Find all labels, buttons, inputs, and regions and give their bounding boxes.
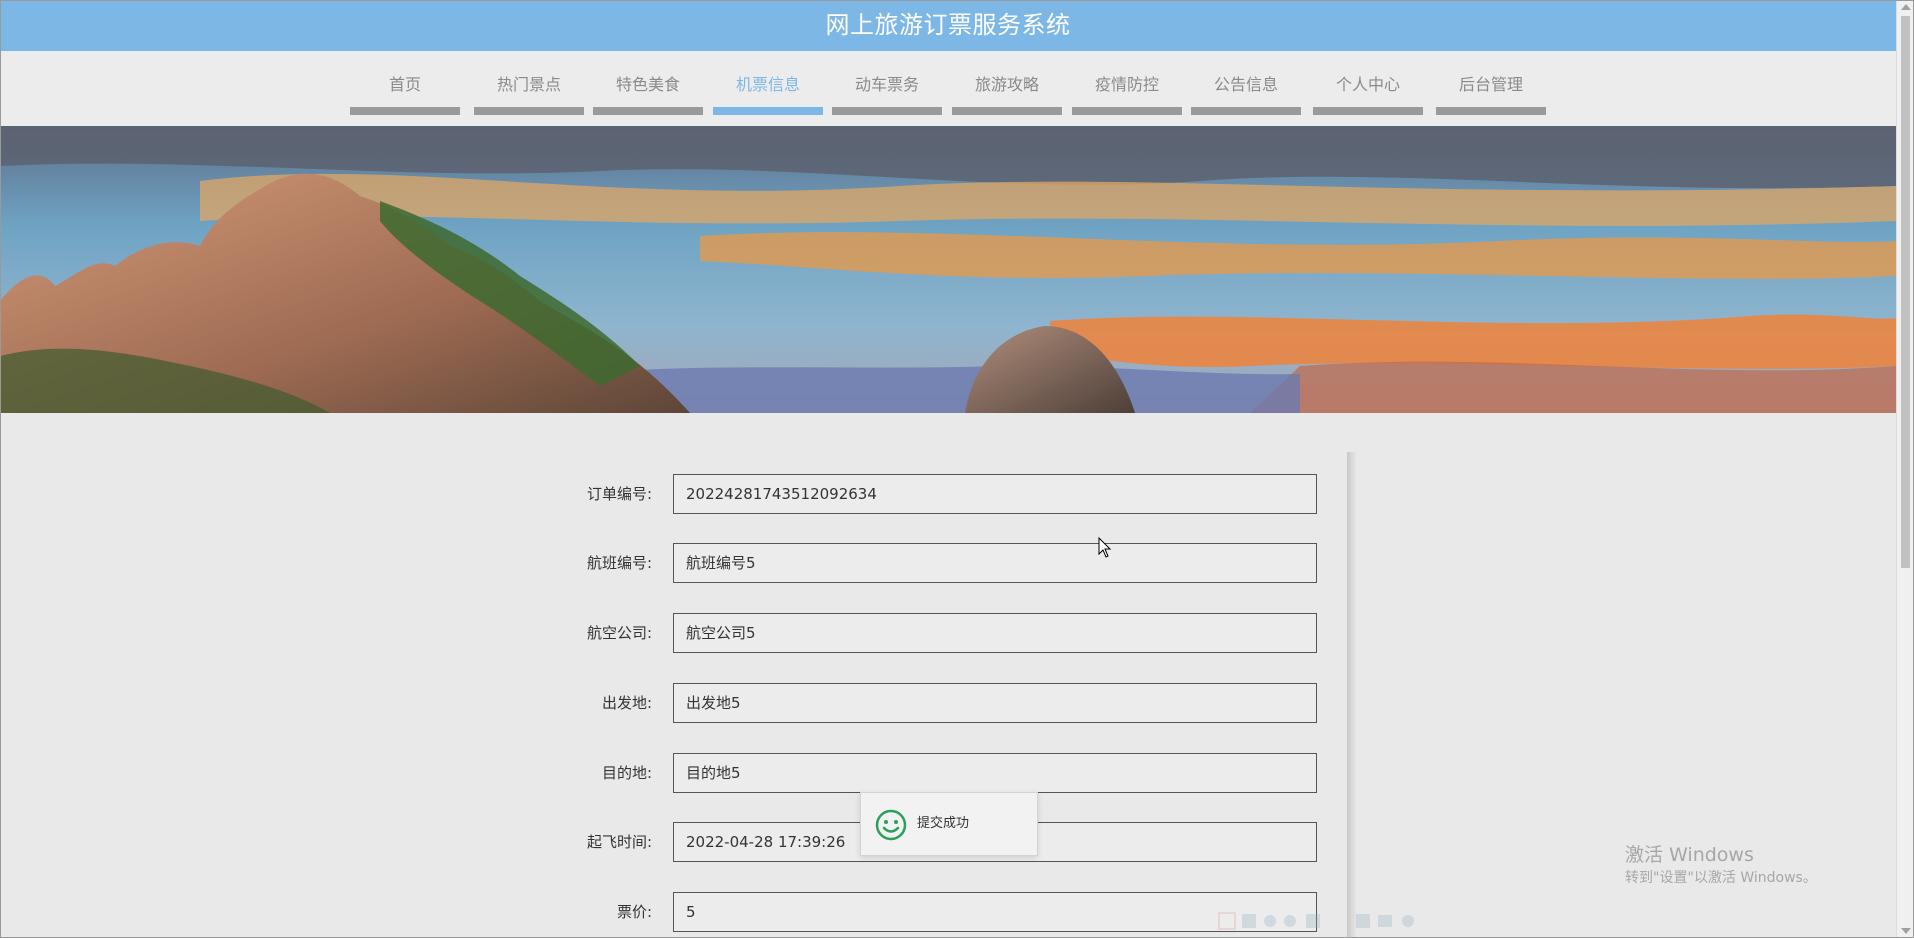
airline-input[interactable]: 航空公司5 xyxy=(673,613,1317,653)
nav-label: 个人中心 xyxy=(1335,75,1400,94)
flight-number-input[interactable]: 航班编号5 xyxy=(673,543,1317,583)
nav-item-hot-attractions[interactable]: 热门景点 xyxy=(474,51,584,115)
nav-item-local-food[interactable]: 特色美食 xyxy=(593,51,703,115)
form-row-flight-number: 航班编号: 航班编号5 xyxy=(520,543,1320,583)
nav-item-travel-guides[interactable]: 旅游攻略 xyxy=(952,51,1062,115)
scroll-up-arrow-icon[interactable] xyxy=(1901,4,1911,10)
landscape-illustration xyxy=(0,126,1896,413)
ticket-price-label: 票价: xyxy=(616,903,652,921)
form-row-ticket-price: 票价: 5 xyxy=(520,892,1320,932)
nav-item-home[interactable]: 首页 xyxy=(350,51,460,115)
form-row-departure: 出发地: 出发地5 xyxy=(520,683,1320,723)
form-row-order-number: 订单编号: 20224281743512092634 xyxy=(520,474,1320,514)
nav-label: 疫情防控 xyxy=(1094,75,1159,94)
form-row-airline: 航空公司: 航空公司5 xyxy=(520,613,1320,653)
nav-label: 机票信息 xyxy=(735,75,800,94)
scroll-down-arrow-icon[interactable] xyxy=(1901,928,1911,934)
nav-item-personal-center[interactable]: 个人中心 xyxy=(1313,51,1423,115)
form-row-destination: 目的地: 目的地5 xyxy=(520,753,1320,793)
nav-label: 特色美食 xyxy=(615,75,680,94)
nav-item-announcements[interactable]: 公告信息 xyxy=(1191,51,1301,115)
ime-punctuation-icon xyxy=(1284,915,1296,927)
destination-label: 目的地: xyxy=(601,764,652,782)
page-scrollbar[interactable] xyxy=(1896,0,1914,938)
destination-input[interactable]: 目的地5 xyxy=(673,753,1317,793)
departure-label: 出发地: xyxy=(601,694,652,712)
nav-underline xyxy=(593,107,703,115)
app-root: 网上旅游订票服务系统 首页 热门景点 特色美食 机票信息 动车票务 旅游攻略 疫… xyxy=(0,0,1896,938)
windows-watermark-title: 激活 Windows xyxy=(1625,844,1754,866)
takeoff-time-label: 起飞时间: xyxy=(586,833,652,851)
ime-chinese-icon xyxy=(1242,914,1256,928)
order-number-label: 订单编号: xyxy=(586,485,652,503)
airline-label: 航空公司: xyxy=(586,624,652,642)
site-header: 网上旅游订票服务系统 xyxy=(0,0,1896,51)
banner-image xyxy=(0,126,1896,413)
ime-toolbar xyxy=(1218,912,1414,930)
toast-message: 提交成功 xyxy=(917,816,970,831)
windows-watermark-subtitle: 转到"设置"以激活 Windows。 xyxy=(1625,870,1817,886)
ime-skin-icon xyxy=(1378,915,1392,927)
nav-underline xyxy=(1436,107,1546,115)
nav-item-flight-info[interactable]: 机票信息 xyxy=(713,51,823,115)
nav-label: 热门景点 xyxy=(496,75,561,94)
nav-underline xyxy=(1191,107,1301,115)
flight-number-label: 航班编号: xyxy=(586,554,652,572)
nav-underline xyxy=(1072,107,1182,115)
nav-label: 动车票务 xyxy=(854,75,919,94)
ime-keyboard-icon xyxy=(1306,914,1320,928)
order-number-input[interactable]: 20224281743512092634 xyxy=(673,474,1317,514)
success-toast: 提交成功 xyxy=(860,792,1038,856)
nav-label: 后台管理 xyxy=(1458,75,1523,94)
departure-input[interactable]: 出发地5 xyxy=(673,683,1317,723)
nav-underline xyxy=(1313,107,1423,115)
site-title: 网上旅游订票服务系统 xyxy=(825,11,1071,39)
scrollbar-thumb[interactable] xyxy=(1901,16,1910,568)
ime-simplified-icon xyxy=(1356,914,1370,928)
nav-underline xyxy=(474,107,584,115)
content-divider xyxy=(1347,452,1357,938)
nav-underline xyxy=(350,107,460,115)
ime-logo-icon xyxy=(1218,912,1236,930)
main-nav: 首页 热门景点 特色美食 机票信息 动车票务 旅游攻略 疫情防控 公告信息 个人… xyxy=(0,51,1896,126)
nav-item-train-tickets[interactable]: 动车票务 xyxy=(832,51,942,115)
nav-underline xyxy=(713,107,823,115)
smile-icon xyxy=(875,809,907,841)
nav-label: 首页 xyxy=(388,75,421,94)
mouse-cursor-icon xyxy=(1098,537,1112,558)
nav-label: 旅游攻略 xyxy=(974,75,1039,94)
ime-moon-icon xyxy=(1264,915,1276,927)
nav-item-admin[interactable]: 后台管理 xyxy=(1436,51,1546,115)
nav-underline xyxy=(952,107,1062,115)
nav-label: 公告信息 xyxy=(1213,75,1278,94)
nav-underline xyxy=(832,107,942,115)
nav-item-epidemic[interactable]: 疫情防控 xyxy=(1072,51,1182,115)
ime-settings-icon xyxy=(1402,915,1414,927)
